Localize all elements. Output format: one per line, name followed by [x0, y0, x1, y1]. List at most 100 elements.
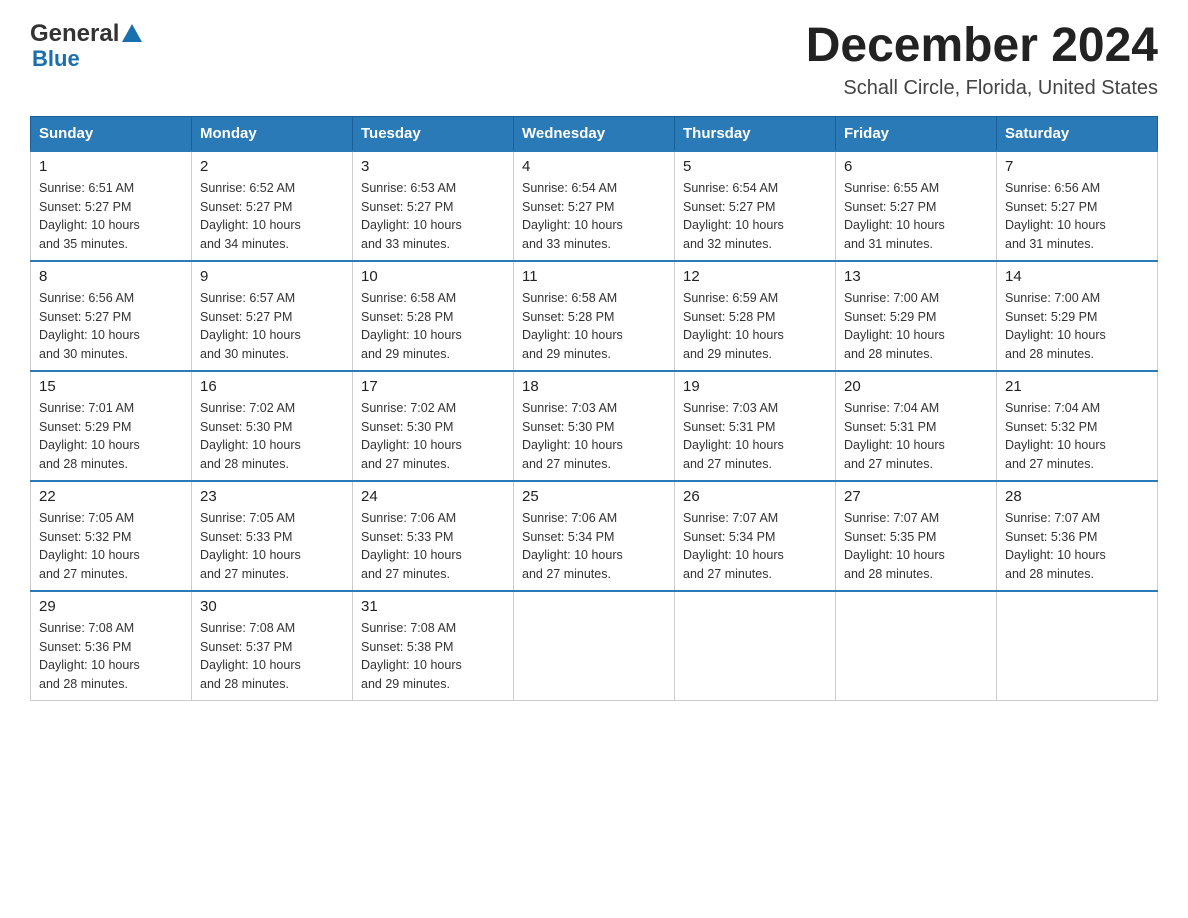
page-header: General Blue December 2024 Schall Circle… [30, 20, 1158, 100]
header-sunday: Sunday [31, 116, 192, 151]
calendar-cell [514, 591, 675, 701]
day-number: 24 [361, 488, 505, 505]
calendar-cell: 3 Sunrise: 6:53 AM Sunset: 5:27 PM Dayli… [353, 151, 514, 261]
day-info: Sunrise: 6:53 AM Sunset: 5:27 PM Dayligh… [361, 179, 505, 254]
calendar-cell: 6 Sunrise: 6:55 AM Sunset: 5:27 PM Dayli… [836, 151, 997, 261]
day-number: 3 [361, 158, 505, 175]
calendar-cell: 14 Sunrise: 7:00 AM Sunset: 5:29 PM Dayl… [997, 261, 1158, 371]
calendar-cell: 29 Sunrise: 7:08 AM Sunset: 5:36 PM Dayl… [31, 591, 192, 701]
header-saturday: Saturday [997, 116, 1158, 151]
calendar-cell [836, 591, 997, 701]
day-number: 20 [844, 378, 988, 395]
header-friday: Friday [836, 116, 997, 151]
day-number: 11 [522, 268, 666, 285]
day-info: Sunrise: 6:52 AM Sunset: 5:27 PM Dayligh… [200, 179, 344, 254]
calendar-cell: 30 Sunrise: 7:08 AM Sunset: 5:37 PM Dayl… [192, 591, 353, 701]
day-info: Sunrise: 7:06 AM Sunset: 5:33 PM Dayligh… [361, 509, 505, 584]
day-number: 8 [39, 268, 183, 285]
day-info: Sunrise: 7:00 AM Sunset: 5:29 PM Dayligh… [844, 289, 988, 364]
day-number: 13 [844, 268, 988, 285]
day-number: 16 [200, 378, 344, 395]
day-info: Sunrise: 7:04 AM Sunset: 5:32 PM Dayligh… [1005, 399, 1149, 474]
day-info: Sunrise: 7:01 AM Sunset: 5:29 PM Dayligh… [39, 399, 183, 474]
calendar-cell [675, 591, 836, 701]
day-number: 2 [200, 158, 344, 175]
day-info: Sunrise: 6:54 AM Sunset: 5:27 PM Dayligh… [683, 179, 827, 254]
calendar-cell: 2 Sunrise: 6:52 AM Sunset: 5:27 PM Dayli… [192, 151, 353, 261]
calendar-cell: 25 Sunrise: 7:06 AM Sunset: 5:34 PM Dayl… [514, 481, 675, 591]
calendar-header-row: SundayMondayTuesdayWednesdayThursdayFrid… [31, 116, 1158, 151]
day-info: Sunrise: 6:54 AM Sunset: 5:27 PM Dayligh… [522, 179, 666, 254]
calendar-cell: 10 Sunrise: 6:58 AM Sunset: 5:28 PM Dayl… [353, 261, 514, 371]
day-info: Sunrise: 7:07 AM Sunset: 5:35 PM Dayligh… [844, 509, 988, 584]
calendar-cell: 1 Sunrise: 6:51 AM Sunset: 5:27 PM Dayli… [31, 151, 192, 261]
day-number: 18 [522, 378, 666, 395]
calendar-cell: 23 Sunrise: 7:05 AM Sunset: 5:33 PM Dayl… [192, 481, 353, 591]
day-info: Sunrise: 6:56 AM Sunset: 5:27 PM Dayligh… [39, 289, 183, 364]
day-info: Sunrise: 7:08 AM Sunset: 5:37 PM Dayligh… [200, 619, 344, 694]
day-info: Sunrise: 7:06 AM Sunset: 5:34 PM Dayligh… [522, 509, 666, 584]
day-number: 17 [361, 378, 505, 395]
calendar-cell: 8 Sunrise: 6:56 AM Sunset: 5:27 PM Dayli… [31, 261, 192, 371]
calendar-cell: 19 Sunrise: 7:03 AM Sunset: 5:31 PM Dayl… [675, 371, 836, 481]
calendar-cell: 16 Sunrise: 7:02 AM Sunset: 5:30 PM Dayl… [192, 371, 353, 481]
day-number: 31 [361, 598, 505, 615]
day-info: Sunrise: 7:05 AM Sunset: 5:33 PM Dayligh… [200, 509, 344, 584]
day-info: Sunrise: 7:02 AM Sunset: 5:30 PM Dayligh… [200, 399, 344, 474]
calendar-cell: 13 Sunrise: 7:00 AM Sunset: 5:29 PM Dayl… [836, 261, 997, 371]
day-info: Sunrise: 7:04 AM Sunset: 5:31 PM Dayligh… [844, 399, 988, 474]
calendar-cell: 24 Sunrise: 7:06 AM Sunset: 5:33 PM Dayl… [353, 481, 514, 591]
calendar-cell: 17 Sunrise: 7:02 AM Sunset: 5:30 PM Dayl… [353, 371, 514, 481]
title-block: December 2024 Schall Circle, Florida, Un… [806, 20, 1158, 100]
day-number: 23 [200, 488, 344, 505]
day-info: Sunrise: 7:02 AM Sunset: 5:30 PM Dayligh… [361, 399, 505, 474]
day-number: 1 [39, 158, 183, 175]
day-info: Sunrise: 6:58 AM Sunset: 5:28 PM Dayligh… [522, 289, 666, 364]
logo-blue-text: Blue [32, 46, 80, 72]
day-info: Sunrise: 7:08 AM Sunset: 5:36 PM Dayligh… [39, 619, 183, 694]
calendar-cell: 20 Sunrise: 7:04 AM Sunset: 5:31 PM Dayl… [836, 371, 997, 481]
day-info: Sunrise: 7:00 AM Sunset: 5:29 PM Dayligh… [1005, 289, 1149, 364]
calendar-cell: 7 Sunrise: 6:56 AM Sunset: 5:27 PM Dayli… [997, 151, 1158, 261]
calendar-cell: 12 Sunrise: 6:59 AM Sunset: 5:28 PM Dayl… [675, 261, 836, 371]
day-info: Sunrise: 7:03 AM Sunset: 5:30 PM Dayligh… [522, 399, 666, 474]
day-number: 4 [522, 158, 666, 175]
calendar-table: SundayMondayTuesdayWednesdayThursdayFrid… [30, 116, 1158, 702]
day-info: Sunrise: 7:05 AM Sunset: 5:32 PM Dayligh… [39, 509, 183, 584]
day-info: Sunrise: 6:59 AM Sunset: 5:28 PM Dayligh… [683, 289, 827, 364]
day-number: 25 [522, 488, 666, 505]
calendar-cell: 21 Sunrise: 7:04 AM Sunset: 5:32 PM Dayl… [997, 371, 1158, 481]
day-number: 7 [1005, 158, 1149, 175]
header-wednesday: Wednesday [514, 116, 675, 151]
calendar-week-row: 8 Sunrise: 6:56 AM Sunset: 5:27 PM Dayli… [31, 261, 1158, 371]
day-info: Sunrise: 7:03 AM Sunset: 5:31 PM Dayligh… [683, 399, 827, 474]
logo-general-text: General [30, 20, 119, 48]
day-number: 21 [1005, 378, 1149, 395]
day-number: 14 [1005, 268, 1149, 285]
calendar-cell: 11 Sunrise: 6:58 AM Sunset: 5:28 PM Dayl… [514, 261, 675, 371]
calendar-cell: 28 Sunrise: 7:07 AM Sunset: 5:36 PM Dayl… [997, 481, 1158, 591]
day-info: Sunrise: 6:56 AM Sunset: 5:27 PM Dayligh… [1005, 179, 1149, 254]
day-info: Sunrise: 7:08 AM Sunset: 5:38 PM Dayligh… [361, 619, 505, 694]
day-info: Sunrise: 6:58 AM Sunset: 5:28 PM Dayligh… [361, 289, 505, 364]
day-number: 30 [200, 598, 344, 615]
day-number: 28 [1005, 488, 1149, 505]
calendar-cell [997, 591, 1158, 701]
day-info: Sunrise: 7:07 AM Sunset: 5:36 PM Dayligh… [1005, 509, 1149, 584]
day-number: 22 [39, 488, 183, 505]
logo: General Blue [30, 20, 142, 72]
day-info: Sunrise: 7:07 AM Sunset: 5:34 PM Dayligh… [683, 509, 827, 584]
logo-line1: General [30, 20, 142, 48]
day-info: Sunrise: 6:55 AM Sunset: 5:27 PM Dayligh… [844, 179, 988, 254]
day-number: 6 [844, 158, 988, 175]
day-number: 5 [683, 158, 827, 175]
logo-triangle-icon [122, 24, 142, 42]
day-number: 19 [683, 378, 827, 395]
header-tuesday: Tuesday [353, 116, 514, 151]
calendar-week-row: 1 Sunrise: 6:51 AM Sunset: 5:27 PM Dayli… [31, 151, 1158, 261]
calendar-cell: 27 Sunrise: 7:07 AM Sunset: 5:35 PM Dayl… [836, 481, 997, 591]
calendar-cell: 26 Sunrise: 7:07 AM Sunset: 5:34 PM Dayl… [675, 481, 836, 591]
month-title: December 2024 [806, 20, 1158, 73]
calendar-cell: 9 Sunrise: 6:57 AM Sunset: 5:27 PM Dayli… [192, 261, 353, 371]
calendar-cell: 22 Sunrise: 7:05 AM Sunset: 5:32 PM Dayl… [31, 481, 192, 591]
